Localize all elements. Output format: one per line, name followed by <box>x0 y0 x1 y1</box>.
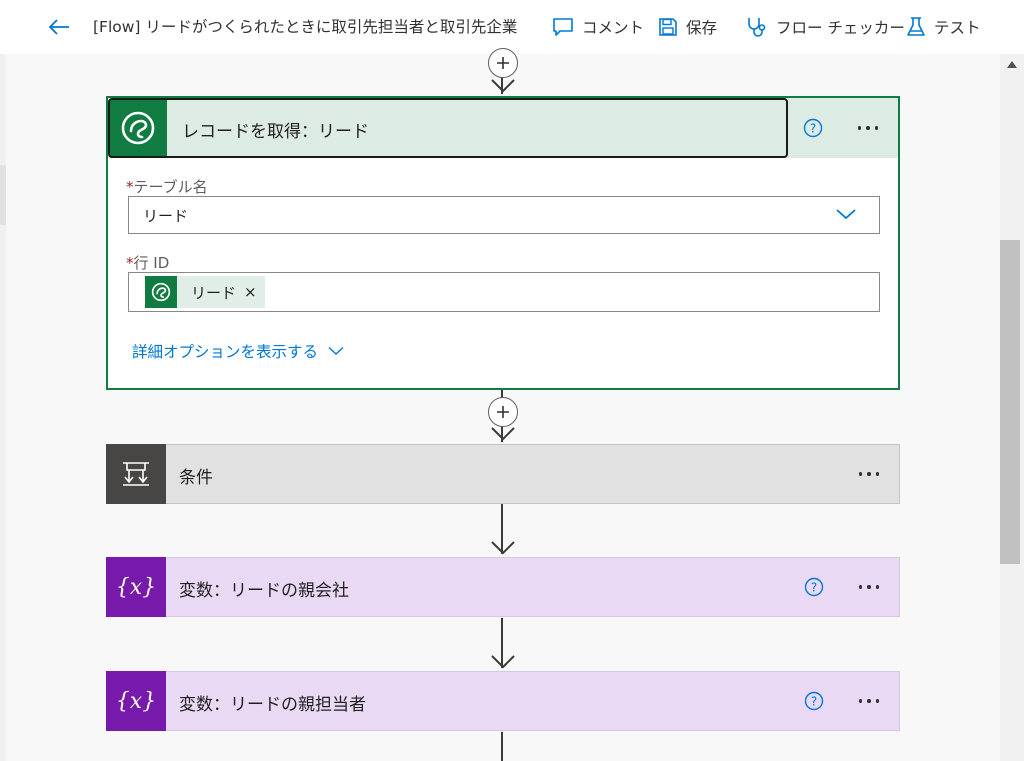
variable-icon-box: {x} <box>106 557 166 617</box>
token-label: リード <box>191 283 237 302</box>
row-id-input[interactable]: リード × <box>128 272 880 312</box>
comment-label: コメント <box>582 19 645 37</box>
token-remove-button[interactable]: × <box>244 283 257 301</box>
variable-icon: {x} <box>116 689 156 714</box>
insert-step-button[interactable] <box>488 397 518 427</box>
scrollbar-thumb[interactable] <box>1000 240 1020 564</box>
action-card-title[interactable]: レコードを取得：リード <box>182 117 369 142</box>
variable-card-title: 変数：リードの親会社 <box>179 581 349 601</box>
insert-step-button[interactable] <box>488 48 518 78</box>
more-options-button[interactable] <box>851 463 887 485</box>
table-name-value: リード <box>143 207 189 225</box>
dataverse-token-icon <box>145 276 177 308</box>
plus-icon <box>497 406 509 418</box>
test-label: テスト <box>934 19 981 37</box>
more-options-button[interactable] <box>851 576 887 598</box>
scroll-up-button[interactable] <box>1004 56 1020 72</box>
dynamic-content-token[interactable]: リード × <box>145 276 265 308</box>
plus-icon <box>497 57 509 69</box>
flow-checker-label: フロー チェッカー <box>776 19 905 37</box>
connector-line <box>501 732 503 761</box>
flask-icon <box>907 17 925 36</box>
back-button[interactable] <box>44 13 74 41</box>
help-circle-icon: ? <box>804 577 824 597</box>
advanced-options-label: 詳細オプションを表示する <box>132 343 319 361</box>
help-button[interactable]: ? <box>803 576 825 598</box>
dataverse-icon <box>151 282 171 302</box>
arrow-down-icon <box>491 79 515 93</box>
chevron-down-icon <box>328 346 344 355</box>
save-button[interactable]: 保存 <box>658 14 717 40</box>
caret-up-icon <box>1007 60 1017 68</box>
svg-text:?: ? <box>811 581 817 595</box>
condition-icon <box>123 462 149 486</box>
condition-card[interactable]: 条件 <box>106 444 900 504</box>
advanced-options-toggle[interactable]: 詳細オプションを表示する <box>132 340 344 362</box>
left-panel-tab <box>0 165 6 225</box>
left-panel-edge <box>0 54 6 761</box>
condition-title: 条件 <box>179 468 213 488</box>
flow-title: [Flow] リードがつくられたときに取引先担当者と取引先企業 <box>93 18 518 36</box>
get-record-action-card: レコードを取得：リード ? *テーブル名 リード *行 ID リード × 詳細オ… <box>106 96 900 390</box>
row-id-label: *行 ID <box>126 254 170 272</box>
table-name-select[interactable]: リード <box>128 196 880 234</box>
variable-card[interactable]: {x} 変数：リードの親会社 ? <box>106 557 900 617</box>
help-button[interactable]: ? <box>802 117 824 139</box>
svg-text:?: ? <box>811 695 817 709</box>
test-button[interactable]: テスト <box>906 14 981 40</box>
save-label: 保存 <box>686 19 718 37</box>
variable-icon: {x} <box>116 575 156 600</box>
svg-text:?: ? <box>810 122 816 136</box>
svg-text:{x}: {x} <box>116 689 156 714</box>
stethoscope-icon <box>748 18 766 37</box>
variable-card[interactable]: {x} 変数：リードの親担当者 ? <box>106 671 900 731</box>
command-bar: [Flow] リードがつくられたときに取引先担当者と取引先企業 コメント 保存 … <box>0 0 1024 54</box>
table-name-label: *テーブル名 <box>126 178 208 196</box>
help-circle-icon: ? <box>803 118 823 138</box>
flow-checker-button[interactable]: フロー チェッカー <box>746 14 905 40</box>
variable-card-title: 変数：リードの親担当者 <box>179 695 366 715</box>
variable-icon-box: {x} <box>106 671 166 731</box>
save-icon <box>659 18 677 36</box>
arrow-down-icon <box>491 427 515 441</box>
arrow-down-icon <box>491 655 515 669</box>
more-options-button[interactable] <box>851 690 887 712</box>
more-options-button[interactable] <box>850 117 886 139</box>
chevron-down-icon <box>836 209 856 220</box>
comment-icon <box>553 18 573 36</box>
arrow-down-icon <box>491 541 515 555</box>
help-circle-icon: ? <box>804 691 824 711</box>
help-button[interactable]: ? <box>803 690 825 712</box>
arrow-left-icon <box>48 19 69 35</box>
comment-button[interactable]: コメント <box>552 14 644 40</box>
condition-icon-box <box>106 444 166 504</box>
svg-text:{x}: {x} <box>116 575 156 600</box>
